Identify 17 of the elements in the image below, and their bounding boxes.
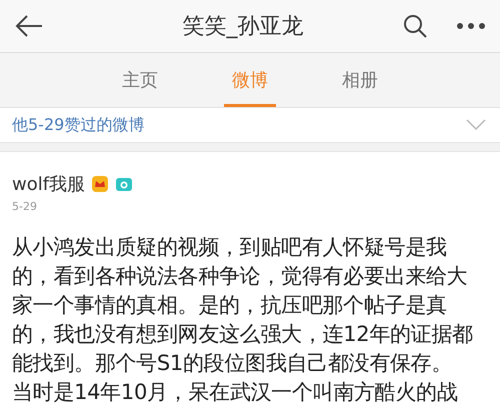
filter-label: 他5-29赞过的微博 [12, 114, 144, 136]
post-text-line: 家一个事情的真相。是的，抗压吧那个帖子是真 [12, 292, 448, 319]
post-date: 5-29 [12, 200, 38, 213]
post-text-line: 当时是14年10月，呆在武汉一个叫南方酷火的战 [12, 379, 459, 406]
profile-title: 笑笑_孙亚龙 [182, 13, 304, 41]
post-text-line: 能找到。那个号S1的段位图我自己都没有保存。 [12, 350, 454, 377]
more-icon[interactable] [456, 22, 486, 30]
post-text-line: 的，看到各种说法各种争论，觉得有必要出来给大 [12, 263, 468, 290]
back-icon[interactable] [14, 14, 44, 38]
profile-tab[interactable]: 相册 [334, 53, 386, 107]
post-text-line: 的，我也没有想到网友这么强大，连12年的证据都 [12, 321, 474, 348]
search-icon[interactable] [402, 13, 428, 39]
camera-badge-icon [115, 175, 134, 193]
post-text-line: 从小鸿发出质疑的视频，到贴吧有人怀疑号是我 [12, 234, 448, 261]
profile-tab[interactable]: 主页 [114, 53, 166, 107]
author-name[interactable]: wolf我服 [12, 172, 86, 196]
crown-badge-icon [91, 175, 110, 193]
